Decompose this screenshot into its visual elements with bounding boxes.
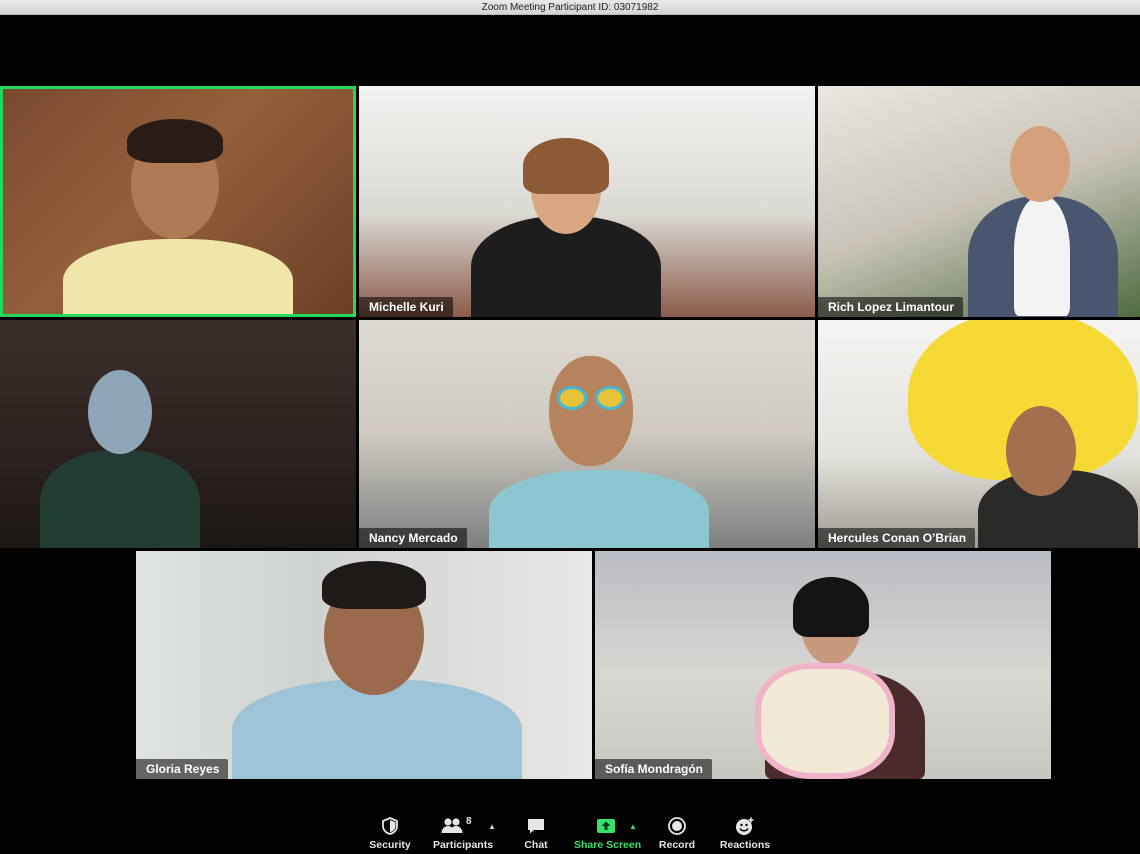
- participant-name-label: Hercules Conan O’Brian: [818, 528, 976, 548]
- participant-name-label: Nancy Mercado: [359, 528, 467, 548]
- record-label: Record: [658, 839, 696, 851]
- record-icon: [668, 817, 686, 835]
- smiley-icon: [736, 817, 754, 835]
- reactions-label: Reactions: [719, 839, 771, 851]
- chat-label: Chat: [524, 839, 548, 851]
- reactions-button[interactable]: Reactions: [718, 816, 772, 852]
- video-tile-4[interactable]: [0, 320, 356, 548]
- video-tile-3[interactable]: Rich Lopez Limantour: [818, 86, 1140, 317]
- chat-button[interactable]: Chat: [516, 816, 556, 852]
- security-button[interactable]: Security: [366, 816, 414, 852]
- record-button[interactable]: Record: [656, 816, 698, 852]
- video-tile-1[interactable]: [0, 86, 356, 317]
- people-icon: [441, 818, 463, 833]
- participants-button[interactable]: 8 Participants: [430, 816, 496, 852]
- video-tile-8[interactable]: Sofía Mondragón: [595, 551, 1051, 779]
- video-tile-5[interactable]: Nancy Mercado: [359, 320, 815, 548]
- participants-label: Participants: [432, 839, 494, 851]
- shield-icon: [382, 817, 398, 835]
- participant-name-label: Rich Lopez Limantour: [818, 297, 963, 317]
- video-tile-2[interactable]: Michelle Kuri: [359, 86, 815, 317]
- share-arrow-icon: [597, 819, 615, 833]
- participants-caret-icon[interactable]: ▲: [488, 822, 496, 831]
- participant-name-label: Michelle Kuri: [359, 297, 453, 317]
- participant-count-badge: 8: [466, 816, 472, 827]
- participant-name-label: Gloria Reyes: [136, 759, 229, 779]
- chat-bubble-icon: [528, 819, 544, 834]
- share-caret-icon[interactable]: ▲: [629, 822, 637, 831]
- video-tile-6[interactable]: Hercules Conan O’Brian: [818, 320, 1140, 548]
- participant-name-label: Sofía Mondragón: [595, 759, 712, 779]
- window-title: Zoom Meeting Participant ID: 03071982: [0, 0, 1140, 15]
- meeting-toolbar: Security 8 Participants ▲ Chat Share Scr…: [0, 806, 1140, 854]
- share-screen-label: Share Screen: [574, 839, 642, 851]
- security-label: Security: [369, 839, 411, 851]
- video-tile-7[interactable]: Gloria Reyes: [136, 551, 592, 779]
